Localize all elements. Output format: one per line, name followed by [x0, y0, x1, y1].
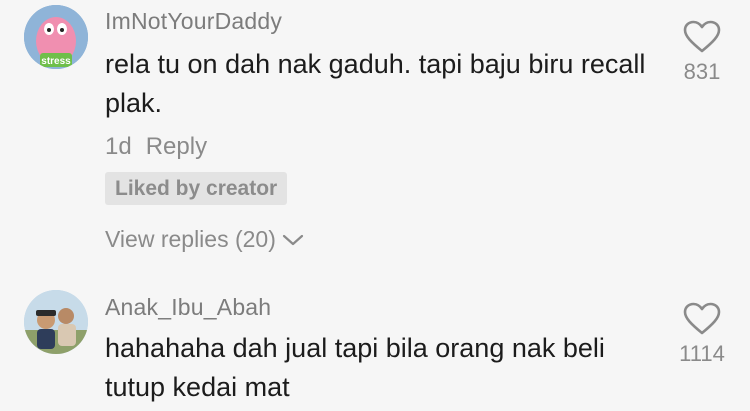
heart-icon	[683, 20, 721, 53]
view-replies-button[interactable]: View replies (20)	[105, 226, 304, 253]
view-replies-label: View replies (20)	[105, 226, 276, 252]
comment-time: 1d	[105, 133, 132, 160]
comment-text: hahahaha dah jual tapi bila orang nak be…	[105, 333, 605, 402]
avatar-image	[24, 290, 88, 354]
liked-by-creator-badge: Liked by creator	[105, 172, 288, 205]
like-count: 1114	[679, 341, 725, 366]
chevron-down-icon	[282, 234, 303, 245]
avatar-image: stress	[24, 5, 88, 69]
like-button[interactable]: 1114	[679, 302, 725, 367]
reply-button[interactable]: Reply	[146, 133, 207, 160]
comments-list: stress ImNotYourDaddy rela tu on dah nak…	[0, 0, 750, 411]
comment-username[interactable]: Anak_Ibu_Abah	[105, 294, 271, 321]
comment-item: Anak_Ibu_Abah hahahaha dah jual tapi bil…	[0, 280, 750, 411]
comment-username[interactable]: ImNotYourDaddy	[105, 8, 282, 35]
like-button[interactable]: 831	[682, 20, 722, 85]
like-count: 831	[683, 59, 721, 84]
heart-icon	[683, 302, 721, 335]
comment-item: stress ImNotYourDaddy rela tu on dah nak…	[0, 0, 750, 270]
comment-meta: 1d Reply	[105, 133, 207, 161]
comment-text: rela tu on dah nak gaduh. tapi baju biru…	[105, 49, 646, 118]
avatar[interactable]	[24, 290, 88, 354]
avatar[interactable]: stress	[24, 5, 88, 69]
avatar-caption: stress	[41, 56, 71, 67]
